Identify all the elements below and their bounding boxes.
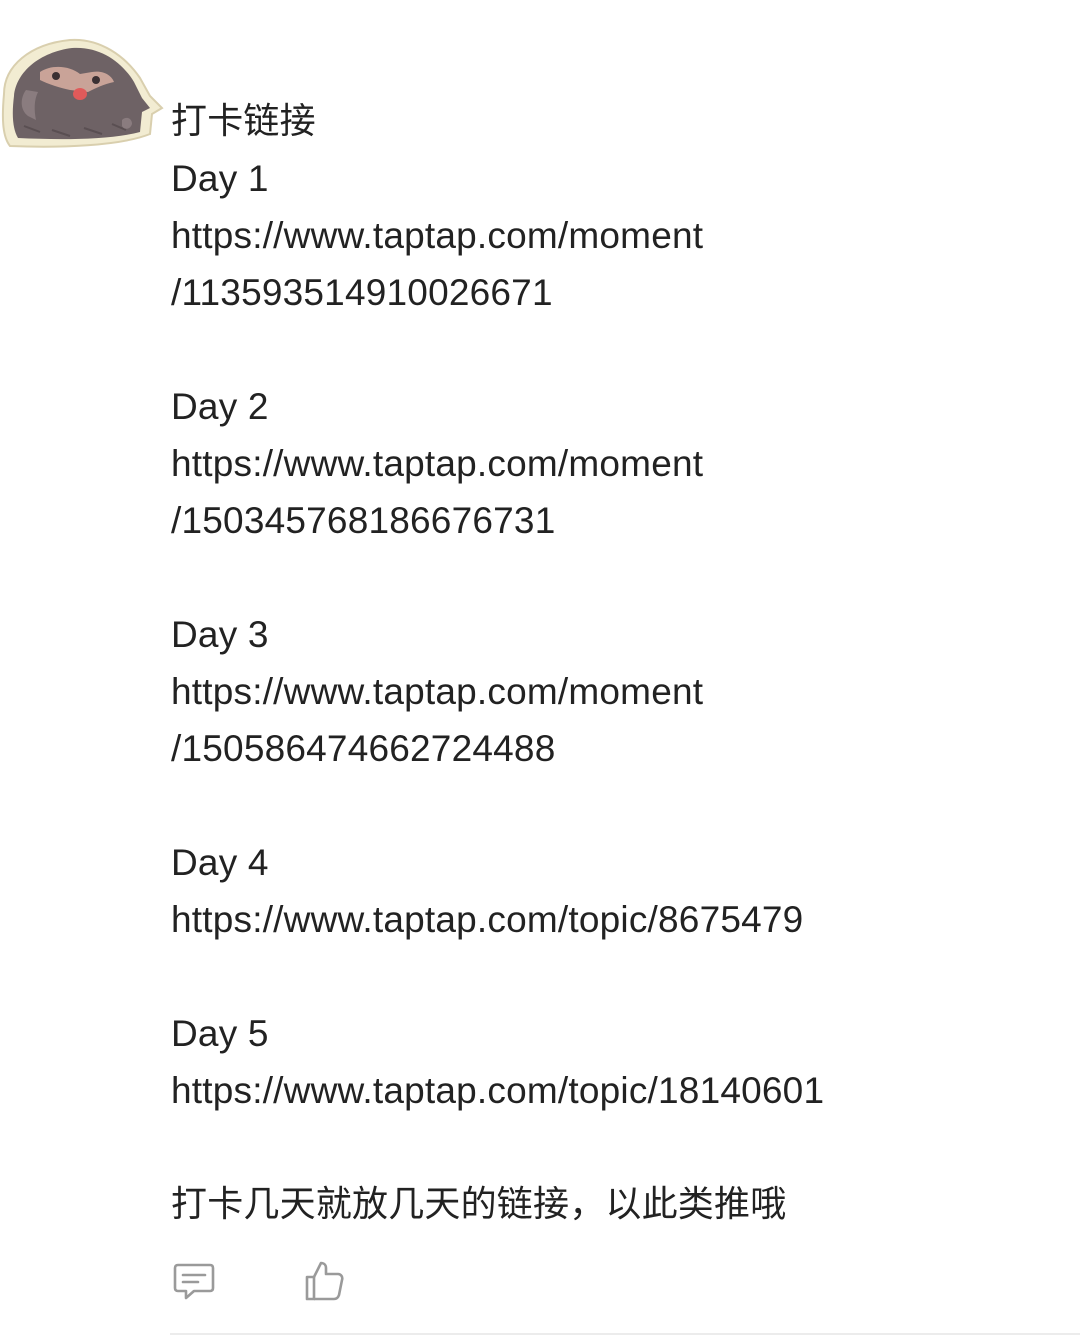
day-2-link-line-1[interactable]: https://www.taptap.com/moment: [171, 443, 703, 484]
day-1-link-line-1[interactable]: https://www.taptap.com/moment: [171, 215, 703, 256]
thumbs-up-icon: [305, 1261, 344, 1301]
day-2-link-line-2[interactable]: /150345768186676731: [171, 500, 555, 541]
day-4-label: Day 4: [171, 842, 269, 883]
avatar[interactable]: [0, 36, 166, 152]
comment-button[interactable]: [172, 1258, 220, 1306]
day-5-link[interactable]: https://www.taptap.com/topic/18140601: [171, 1070, 824, 1111]
day-3-link-line-1[interactable]: https://www.taptap.com/moment: [171, 671, 703, 712]
day-3-label: Day 3: [171, 614, 269, 655]
like-button[interactable]: [302, 1258, 350, 1306]
day-2-label: Day 2: [171, 386, 269, 427]
day-5-label: Day 5: [171, 1013, 269, 1054]
avatar-image: [1, 38, 164, 148]
day-4-link[interactable]: https://www.taptap.com/topic/8675479: [171, 899, 803, 940]
divider: [170, 1333, 1080, 1335]
post-content: 打卡链接 Day 1 https://www.taptap.com/moment…: [171, 93, 1051, 1233]
closing-note: 打卡几天就放几天的链接，以此类推哦: [171, 1184, 787, 1225]
post-title: 打卡链接: [171, 101, 316, 142]
comment-icon: [173, 1263, 215, 1300]
day-3-link-line-2[interactable]: /150586474662724488: [171, 728, 555, 769]
day-1-label: Day 1: [171, 158, 269, 199]
day-1-link-line-2[interactable]: /113593514910026671: [171, 272, 553, 313]
